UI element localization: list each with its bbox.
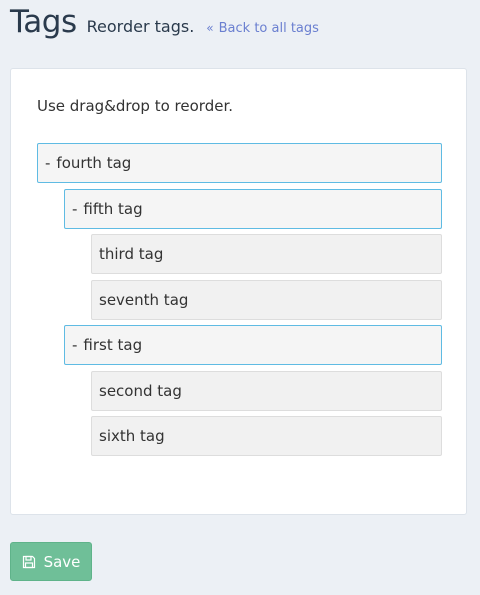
tag-label: fifth tag [83,200,143,218]
tag-item-sixth-tag[interactable]: sixth tag [91,416,442,456]
save-button-label: Save [43,552,81,571]
tag-label: second tag [99,382,182,400]
tag-item-third-tag[interactable]: third tag [91,234,442,274]
tag-label: third tag [99,245,164,263]
tag-label: sixth tag [99,427,165,445]
tag-item-seventh-tag[interactable]: seventh tag [91,280,442,320]
page-subtitle: Reorder tags. [86,17,195,36]
tag-item-fifth-tag[interactable]: - fifth tag [64,189,442,229]
collapse-toggle[interactable]: - [72,336,77,354]
tag-item-fourth-tag[interactable]: - fourth tag [37,143,442,183]
reorder-panel: Use drag&drop to reorder. - fourth tag -f… [10,68,467,515]
collapse-toggle[interactable]: - [45,154,50,172]
back-link-label: Back to all tags [218,21,319,36]
tag-item-first-tag[interactable]: - first tag [64,325,442,365]
tag-label: seventh tag [99,291,189,309]
page-header: Tags Reorder tags. « Back to all tags [10,4,319,40]
floppy-disk-icon [22,555,35,568]
back-to-all-tags-link[interactable]: « Back to all tags [206,21,319,36]
double-chevron-left-icon: « [206,21,214,35]
tag-label: fourth tag [56,154,132,172]
tag-item-second-tag[interactable]: second tag [91,371,442,411]
tag-label: first tag [83,336,143,354]
collapse-toggle[interactable]: - [72,200,77,218]
page-title: Tags [10,4,77,40]
instruction-text: Use drag&drop to reorder. [37,97,233,115]
save-button[interactable]: Save [10,542,92,581]
